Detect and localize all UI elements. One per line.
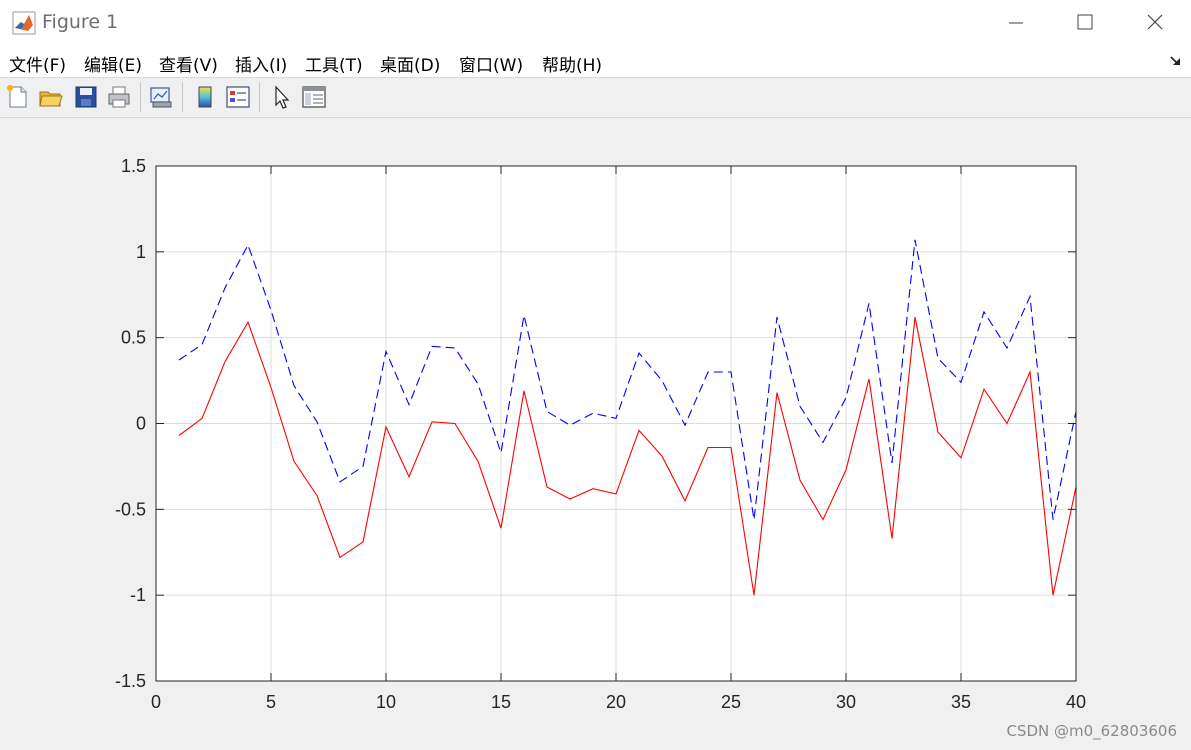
menu-bar: 文件(F) 编辑(E) 查看(V) 插入(I) 工具(T) 桌面(D) 窗口(W… (0, 45, 1191, 78)
menu-insert[interactable]: 插入(I) (235, 51, 287, 76)
x-tick-label: 0 (151, 692, 161, 712)
x-tick-label: 15 (491, 692, 511, 712)
new-figure-icon[interactable] (5, 84, 31, 110)
y-tick-label: -0.5 (115, 499, 146, 519)
dock-arrow-icon[interactable] (1169, 54, 1183, 68)
open-file-icon[interactable] (38, 84, 64, 110)
maximize-button[interactable] (1050, 0, 1120, 45)
x-tick-label: 5 (266, 692, 276, 712)
insert-legend-icon[interactable] (225, 84, 251, 110)
menu-window[interactable]: 窗口(W) (459, 51, 523, 76)
toolbar-separator (259, 82, 260, 112)
edit-plot-icon[interactable] (268, 84, 294, 110)
maximize-icon (1077, 14, 1093, 30)
minimize-button[interactable] (981, 0, 1051, 45)
menu-desktop[interactable]: 桌面(D) (380, 51, 440, 76)
window-title: Figure 1 (42, 11, 119, 33)
figure-canvas: 0 5 10 15 20 25 30 35 40 -1.5 -1 -0.5 0 0.5 1 1.5 CSDN … (0, 118, 1191, 750)
toolbar-separator (140, 82, 141, 112)
x-tick-label: 10 (376, 692, 396, 712)
line-chart: 0 5 10 15 20 25 30 35 40 -1.5 -1 -0.5 0 0.5 1 1.5 (115, 156, 1086, 712)
watermark: CSDN @m0_62803606 (1006, 722, 1177, 740)
y-tick-label: -1 (130, 585, 146, 605)
y-tick-label: 1.5 (121, 156, 146, 176)
close-icon (1147, 14, 1163, 30)
print-icon[interactable] (106, 84, 132, 110)
menu-view[interactable]: 查看(V) (159, 51, 218, 76)
property-inspector-icon[interactable] (301, 84, 327, 110)
x-tick-label: 25 (721, 692, 741, 712)
minimize-icon (1009, 22, 1023, 24)
y-tick-label: 0.5 (121, 328, 146, 348)
toolbar-separator (182, 82, 183, 112)
menu-tools[interactable]: 工具(T) (305, 51, 363, 76)
link-plot-icon[interactable] (148, 84, 174, 110)
menu-edit[interactable]: 编辑(E) (84, 51, 142, 76)
y-tick-label: 1 (136, 242, 146, 262)
title-bar: Figure 1 (0, 0, 1191, 45)
x-tick-label: 40 (1066, 692, 1086, 712)
close-button[interactable] (1120, 0, 1190, 45)
matlab-logo-icon (12, 11, 36, 35)
x-tick-label: 30 (836, 692, 856, 712)
insert-colorbar-icon[interactable] (192, 84, 218, 110)
toolbar (0, 78, 1191, 118)
y-tick-label: -1.5 (115, 671, 146, 691)
x-tick-label: 20 (606, 692, 626, 712)
save-icon[interactable] (73, 84, 99, 110)
x-tick-label: 35 (951, 692, 971, 712)
y-tick-label: 0 (136, 414, 146, 434)
menu-help[interactable]: 帮助(H) (542, 51, 602, 76)
menu-file[interactable]: 文件(F) (9, 51, 66, 76)
